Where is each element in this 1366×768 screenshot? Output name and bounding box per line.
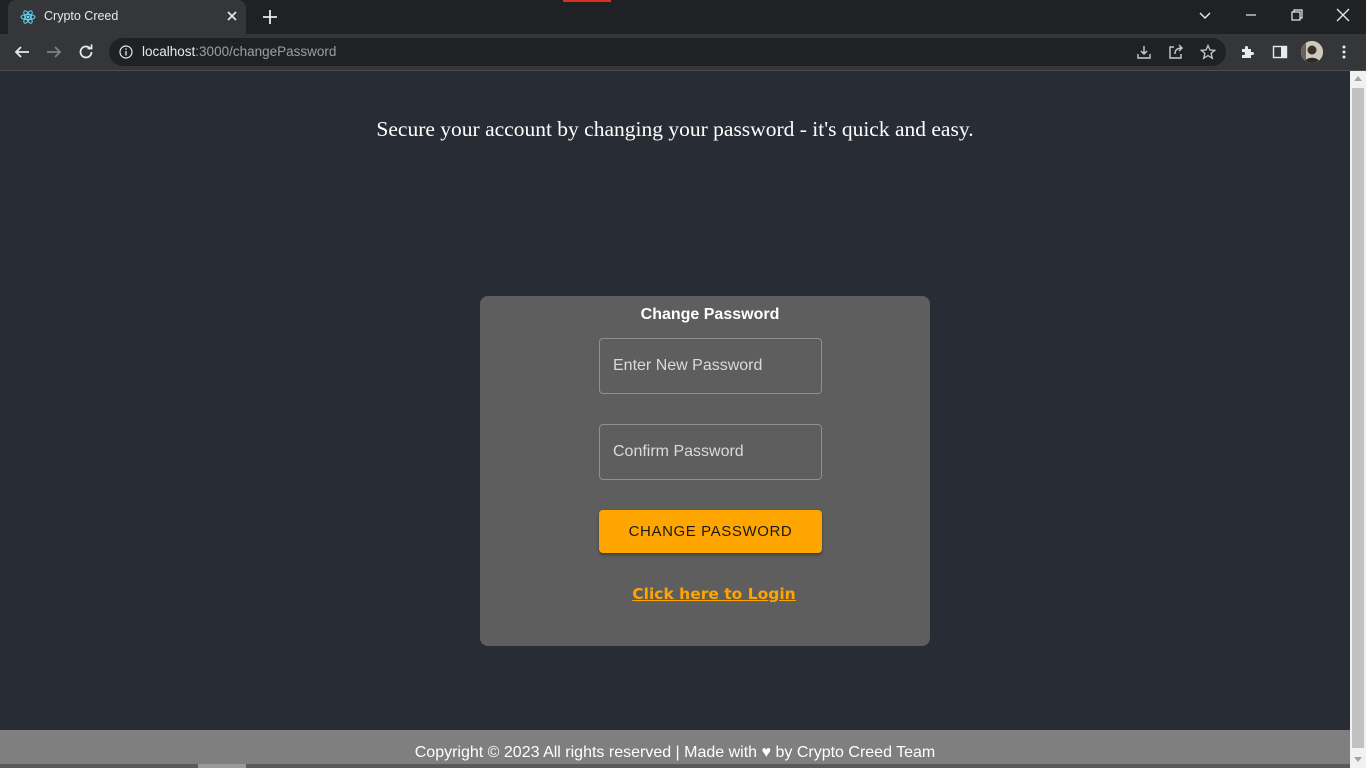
minimize-icon[interactable] xyxy=(1228,0,1274,30)
change-password-card: Change Password CHANGE PASSWORD Click he… xyxy=(480,296,930,646)
footer: Copyright © 2023 All rights reserved | M… xyxy=(0,730,1350,768)
plus-icon[interactable] xyxy=(259,6,281,28)
footer-copyright: Copyright © 2023 All rights reserved | M… xyxy=(414,744,936,761)
arrow-right-icon[interactable] xyxy=(42,40,66,64)
page-tagline: Secure your account by changing your pas… xyxy=(376,117,974,141)
tab-strip: Crypto Creed xyxy=(0,0,1366,34)
download-icon[interactable] xyxy=(1136,44,1152,60)
kebab-menu-icon[interactable] xyxy=(1336,44,1352,60)
share-icon[interactable] xyxy=(1168,44,1184,60)
login-link[interactable]: Click here to Login xyxy=(480,585,948,603)
puzzle-icon[interactable] xyxy=(1240,44,1256,60)
reload-icon[interactable] xyxy=(74,40,98,64)
close-icon[interactable] xyxy=(1320,0,1366,30)
address-bar[interactable]: localhost:3000/changePassword xyxy=(109,38,1226,66)
new-password-input[interactable] xyxy=(599,338,822,394)
tab-title: Crypto Creed xyxy=(44,9,119,23)
react-logo-icon xyxy=(20,9,36,25)
scrollbar-thumb[interactable] xyxy=(1352,88,1364,748)
star-icon[interactable] xyxy=(1200,44,1216,60)
info-icon[interactable] xyxy=(119,45,133,59)
tab-crypto-creed[interactable]: Crypto Creed xyxy=(8,0,246,34)
form-title: Change Password xyxy=(640,306,780,323)
arrow-left-icon[interactable] xyxy=(10,40,34,64)
browser-toolbar: localhost:3000/changePassword xyxy=(0,34,1366,70)
recording-indicator xyxy=(563,0,611,2)
url-host: localhost xyxy=(142,44,196,59)
url-path: :3000/changePassword xyxy=(195,44,337,59)
chevron-down-icon[interactable] xyxy=(1182,0,1228,30)
scroll-down-arrow-icon[interactable] xyxy=(1354,757,1362,762)
change-password-button[interactable]: CHANGE PASSWORD xyxy=(599,510,822,553)
close-icon[interactable] xyxy=(224,8,240,24)
confirm-password-input[interactable] xyxy=(599,424,822,480)
profile-avatar[interactable] xyxy=(1301,41,1323,63)
restore-icon[interactable] xyxy=(1274,0,1320,30)
side-panel-icon[interactable] xyxy=(1272,44,1288,60)
vertical-scrollbar[interactable] xyxy=(1350,71,1366,768)
url-text: localhost:3000/changePassword xyxy=(142,44,336,59)
page-viewport: Secure your account by changing your pas… xyxy=(0,71,1350,768)
scroll-up-arrow-icon[interactable] xyxy=(1354,76,1362,81)
horizontal-scrollbar-thumb[interactable] xyxy=(198,764,246,768)
